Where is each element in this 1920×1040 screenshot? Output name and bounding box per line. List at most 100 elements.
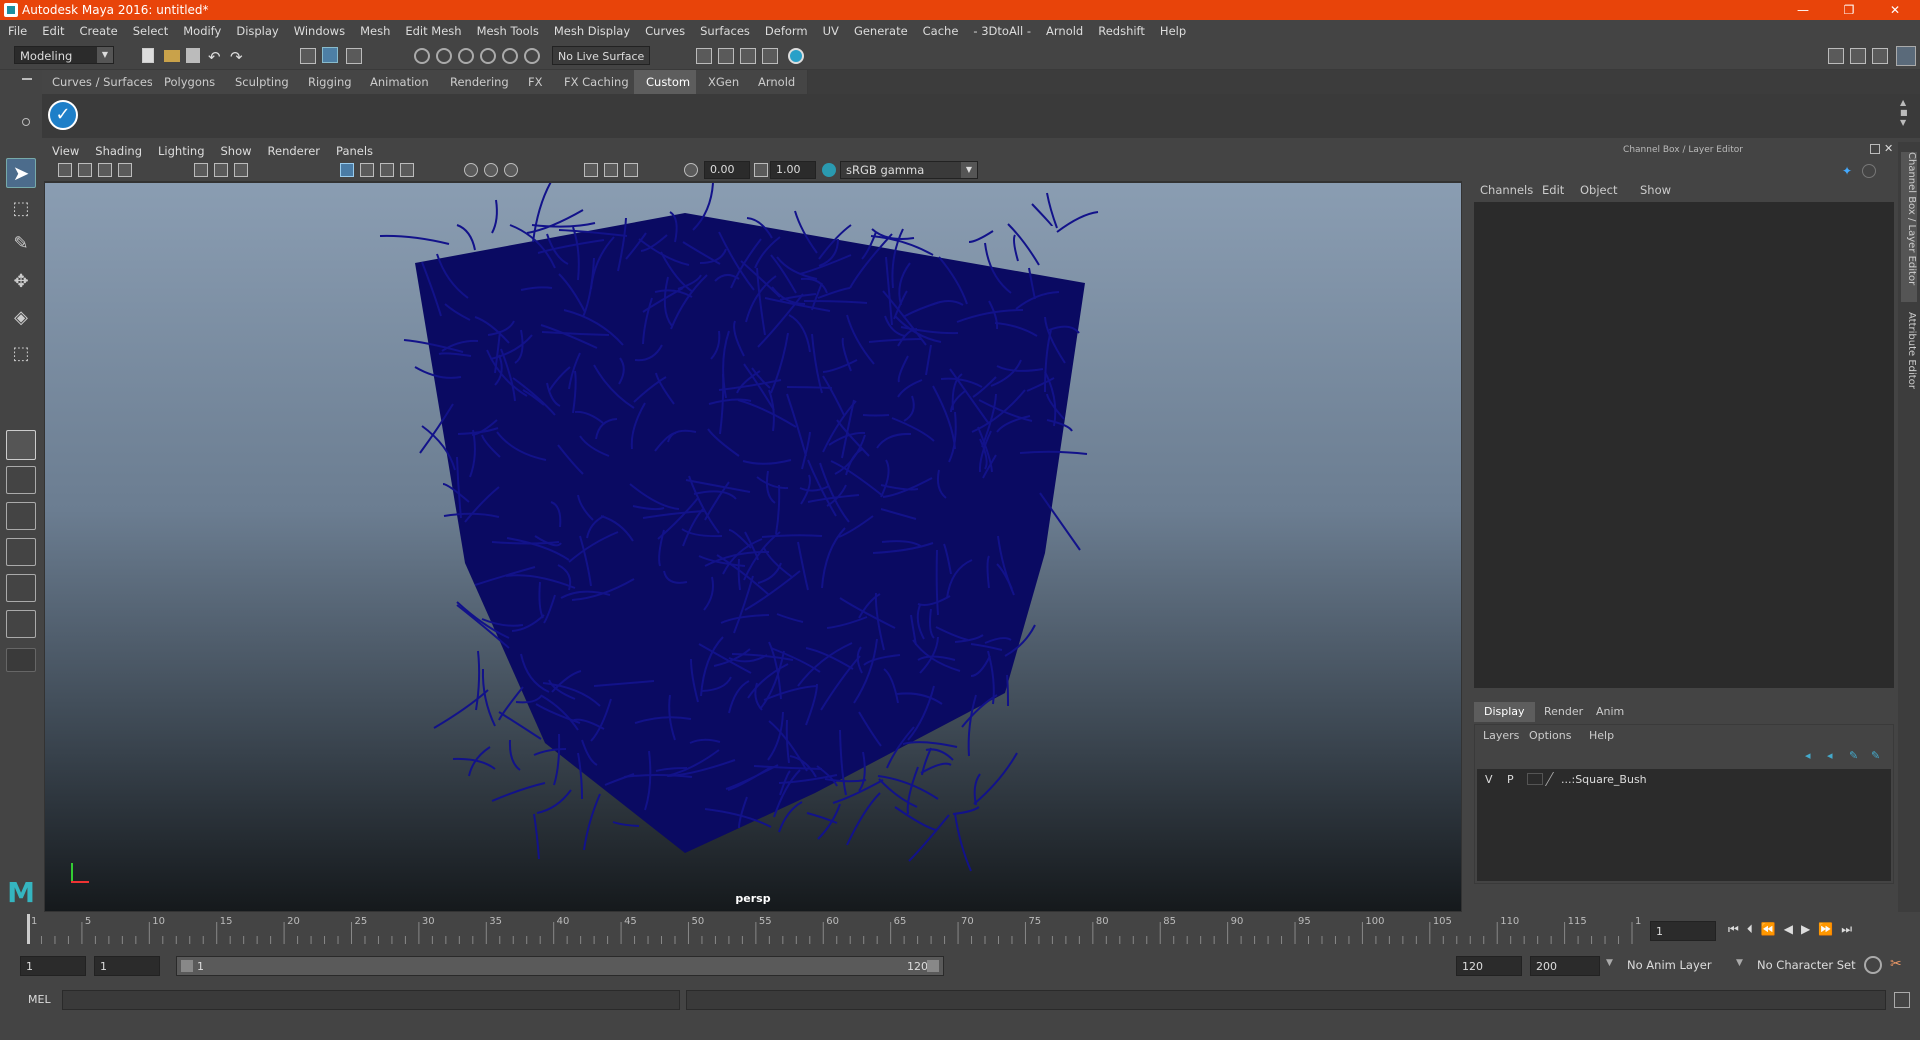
tab-anim[interactable]: Anim (1586, 702, 1634, 722)
render-settings-icon[interactable] (696, 48, 712, 64)
layer-playback-toggle[interactable]: P (1507, 773, 1514, 786)
film-gate-icon[interactable] (214, 163, 228, 177)
options-menu[interactable]: Options (1529, 729, 1571, 742)
select-tool-icon[interactable]: ➤ (6, 158, 36, 188)
layer-name[interactable]: ...:Square_Bush (1561, 773, 1647, 786)
scale-tool-icon[interactable]: ⬚ (6, 340, 36, 370)
menu-arnold[interactable]: Arnold (1038, 20, 1090, 38)
tab-custom[interactable]: Custom (634, 70, 704, 94)
custom-layout-icon[interactable] (6, 648, 36, 672)
ipr-render-icon[interactable] (740, 48, 756, 64)
modeling-toolkit-icon[interactable] (1828, 48, 1844, 64)
panel-menu-renderer[interactable]: Renderer (260, 142, 329, 158)
channel-box-toggle-icon[interactable] (1896, 46, 1916, 66)
textured-icon[interactable] (380, 163, 394, 177)
attribute-editor-toggle-icon[interactable] (1850, 48, 1866, 64)
go-to-start-icon[interactable]: ⏮ (1728, 922, 1747, 936)
anim-prefs-icon[interactable]: ✂ (1890, 956, 1908, 974)
grid-toggle-icon[interactable] (194, 163, 208, 177)
menu-curves[interactable]: Curves (637, 20, 692, 38)
resolution-gate-icon[interactable] (234, 163, 248, 177)
character-set-dropdown[interactable]: No Character Set (1752, 956, 1872, 976)
animation-end-field[interactable]: 200 (1530, 956, 1600, 976)
tab-display[interactable]: Display (1474, 702, 1535, 722)
ambient-occlusion-icon[interactable] (484, 163, 498, 177)
play-backward-icon[interactable]: ◀ (1784, 922, 1801, 936)
auto-key-icon[interactable] (1864, 956, 1882, 974)
play-forward-icon[interactable]: ▶ (1801, 922, 1818, 936)
xray-joints-icon[interactable] (624, 163, 638, 177)
anti-aliasing-icon[interactable] (504, 163, 518, 177)
menu-surfaces[interactable]: Surfaces (692, 20, 757, 38)
select-by-object-icon[interactable] (322, 47, 338, 63)
menu-edit[interactable]: Edit (34, 20, 71, 38)
snap-view-plane-icon[interactable] (480, 48, 496, 64)
tab-curves-surfaces[interactable]: Curves / Surfaces (40, 70, 166, 94)
mel-label[interactable]: MEL (28, 993, 51, 1006)
playback-end-field[interactable]: 120 (1456, 956, 1522, 976)
menu-modify[interactable]: Modify (175, 20, 228, 38)
render-view-icon[interactable] (788, 48, 804, 64)
menu-3dtoall[interactable]: - 3DtoAll - (965, 20, 1038, 38)
tab-xgen[interactable]: XGen (696, 70, 753, 94)
maximize-button[interactable]: ❐ (1826, 0, 1872, 20)
move-tool-icon[interactable]: ✥ (6, 268, 36, 298)
command-input[interactable] (62, 990, 680, 1010)
playback-start-field[interactable]: 1 (94, 956, 160, 976)
shadows-icon[interactable] (464, 163, 478, 177)
settings-dot-icon[interactable] (22, 118, 30, 126)
checkmark-shelf-icon[interactable]: ✓ (48, 100, 78, 130)
help-menu[interactable]: Help (1589, 729, 1614, 742)
render-frame-icon[interactable] (718, 48, 734, 64)
menu-mesh-tools[interactable]: Mesh Tools (469, 20, 546, 38)
quick-layout-hypershade-icon[interactable] (6, 610, 36, 638)
minimize-button[interactable]: — (1780, 0, 1826, 20)
menu-redshift[interactable]: Redshift (1090, 20, 1152, 38)
menu-uv[interactable]: UV (815, 20, 846, 38)
current-frame-field[interactable]: 1 (1650, 921, 1716, 941)
camera-select-icon[interactable] (58, 163, 72, 177)
layers-menu[interactable]: Layers (1483, 729, 1519, 742)
menu-file[interactable]: File (0, 20, 34, 38)
new-empty-layer-icon[interactable]: ✎ (1849, 749, 1863, 762)
perspective-viewport[interactable]: persp (44, 182, 1462, 912)
select-by-component-icon[interactable] (346, 48, 362, 64)
step-forward-key-icon[interactable]: ⏩ (1818, 922, 1841, 936)
menu-create[interactable]: Create (72, 20, 125, 38)
open-scene-icon[interactable] (164, 50, 180, 62)
menu-cache[interactable]: Cache (915, 20, 966, 38)
move-layer-up-icon[interactable]: ◂ (1805, 749, 1819, 762)
menu-mesh-display[interactable]: Mesh Display (546, 20, 637, 38)
side-tab-attribute-editor[interactable]: Attribute Editor (1901, 312, 1917, 412)
menu-windows[interactable]: Windows (286, 20, 352, 38)
time-slider[interactable]: 1 5 10 15 20 25 30 35 40 45 50 55 60 65 70 75 80 85 90 95 10… (22, 914, 1654, 944)
exposure-icon[interactable] (684, 163, 698, 177)
show-menu[interactable]: Show (1640, 183, 1671, 197)
panel-menu-view[interactable]: View (44, 142, 87, 158)
image-plane-icon[interactable] (118, 163, 132, 177)
rotate-tool-icon[interactable]: ◈ (6, 304, 36, 334)
speed-icon[interactable] (1862, 164, 1876, 178)
tab-polygons[interactable]: Polygons (152, 70, 229, 94)
quick-layout-graph-icon[interactable] (6, 538, 36, 566)
manipulator-icon[interactable]: ✦ (1842, 164, 1856, 178)
exposure-field[interactable]: 0.00 (704, 161, 750, 179)
smooth-shade-icon[interactable] (360, 163, 374, 177)
tab-animation[interactable]: Animation (358, 70, 442, 94)
layer-row[interactable]: V P ...:Square_Bush (1477, 769, 1891, 789)
paint-select-tool-icon[interactable]: ✎ (6, 230, 36, 260)
gamma-field[interactable]: 1.00 (770, 161, 816, 179)
colorspace-dropdown[interactable]: sRGB gamma ▼ (840, 161, 978, 179)
quick-layout-four-icon[interactable] (6, 466, 36, 494)
menuset-dropdown[interactable]: Modeling ▼ (14, 46, 114, 64)
new-layer-selected-icon[interactable]: ✎ (1871, 749, 1885, 762)
menu-deform[interactable]: Deform (757, 20, 815, 38)
quick-layout-side-icon[interactable] (6, 502, 36, 530)
snap-point-icon[interactable] (458, 48, 474, 64)
edit-menu[interactable]: Edit (1542, 183, 1564, 197)
tab-render[interactable]: Render (1534, 702, 1593, 722)
move-layer-down-icon[interactable]: ◂ (1827, 749, 1841, 762)
channels-menu[interactable]: Channels (1480, 183, 1533, 197)
range-end-handle[interactable] (927, 960, 939, 972)
snap-curve-icon[interactable] (436, 48, 452, 64)
